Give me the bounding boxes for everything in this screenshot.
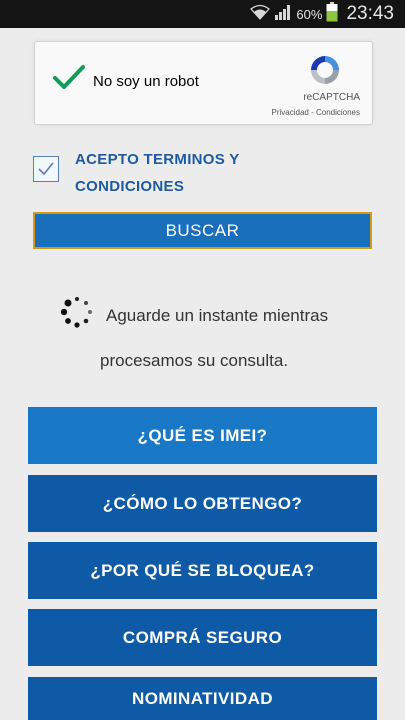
terms-label[interactable]: ACEPTO TERMINOS Y CONDICIONES <box>75 146 295 200</box>
buy-safe-button[interactable]: COMPRÁ SEGURO <box>28 609 377 666</box>
recaptcha-logo-icon <box>307 52 343 93</box>
signal-icon <box>274 4 292 25</box>
loading-message-line1: Aguarde un instante mientras <box>106 306 329 325</box>
recaptcha-brand: reCAPTCHA <box>303 92 360 103</box>
nominativity-button[interactable]: NOMINATIVIDAD <box>28 677 377 720</box>
recaptcha-links[interactable]: Privacidad - Condiciones <box>272 108 361 117</box>
terms-checkbox[interactable] <box>33 156 59 182</box>
what-is-imei-button[interactable]: ¿QUÉ ES IMEI? <box>28 407 377 464</box>
check-icon <box>34 162 58 185</box>
checkmark-icon[interactable] <box>52 64 86 97</box>
loading-spinner-icon <box>60 295 94 334</box>
why-blocked-button[interactable]: ¿POR QUÉ SE BLOQUEA? <box>28 542 377 599</box>
loading-message-line2: procesamos su consulta. <box>100 351 289 370</box>
recaptcha-label: No soy un robot <box>93 73 199 90</box>
clock: 23:43 <box>346 3 394 24</box>
search-button[interactable]: BUSCAR <box>33 212 372 249</box>
status-bar: 60% 23:43 <box>0 0 405 28</box>
battery-percent: 60% <box>296 6 323 22</box>
how-to-get-button[interactable]: ¿CÓMO LO OBTENGO? <box>28 475 377 532</box>
wifi-icon <box>250 4 271 25</box>
recaptcha-widget: No soy un robot reCAPTCHA Privacidad - C… <box>34 41 373 125</box>
battery-icon <box>326 1 338 27</box>
